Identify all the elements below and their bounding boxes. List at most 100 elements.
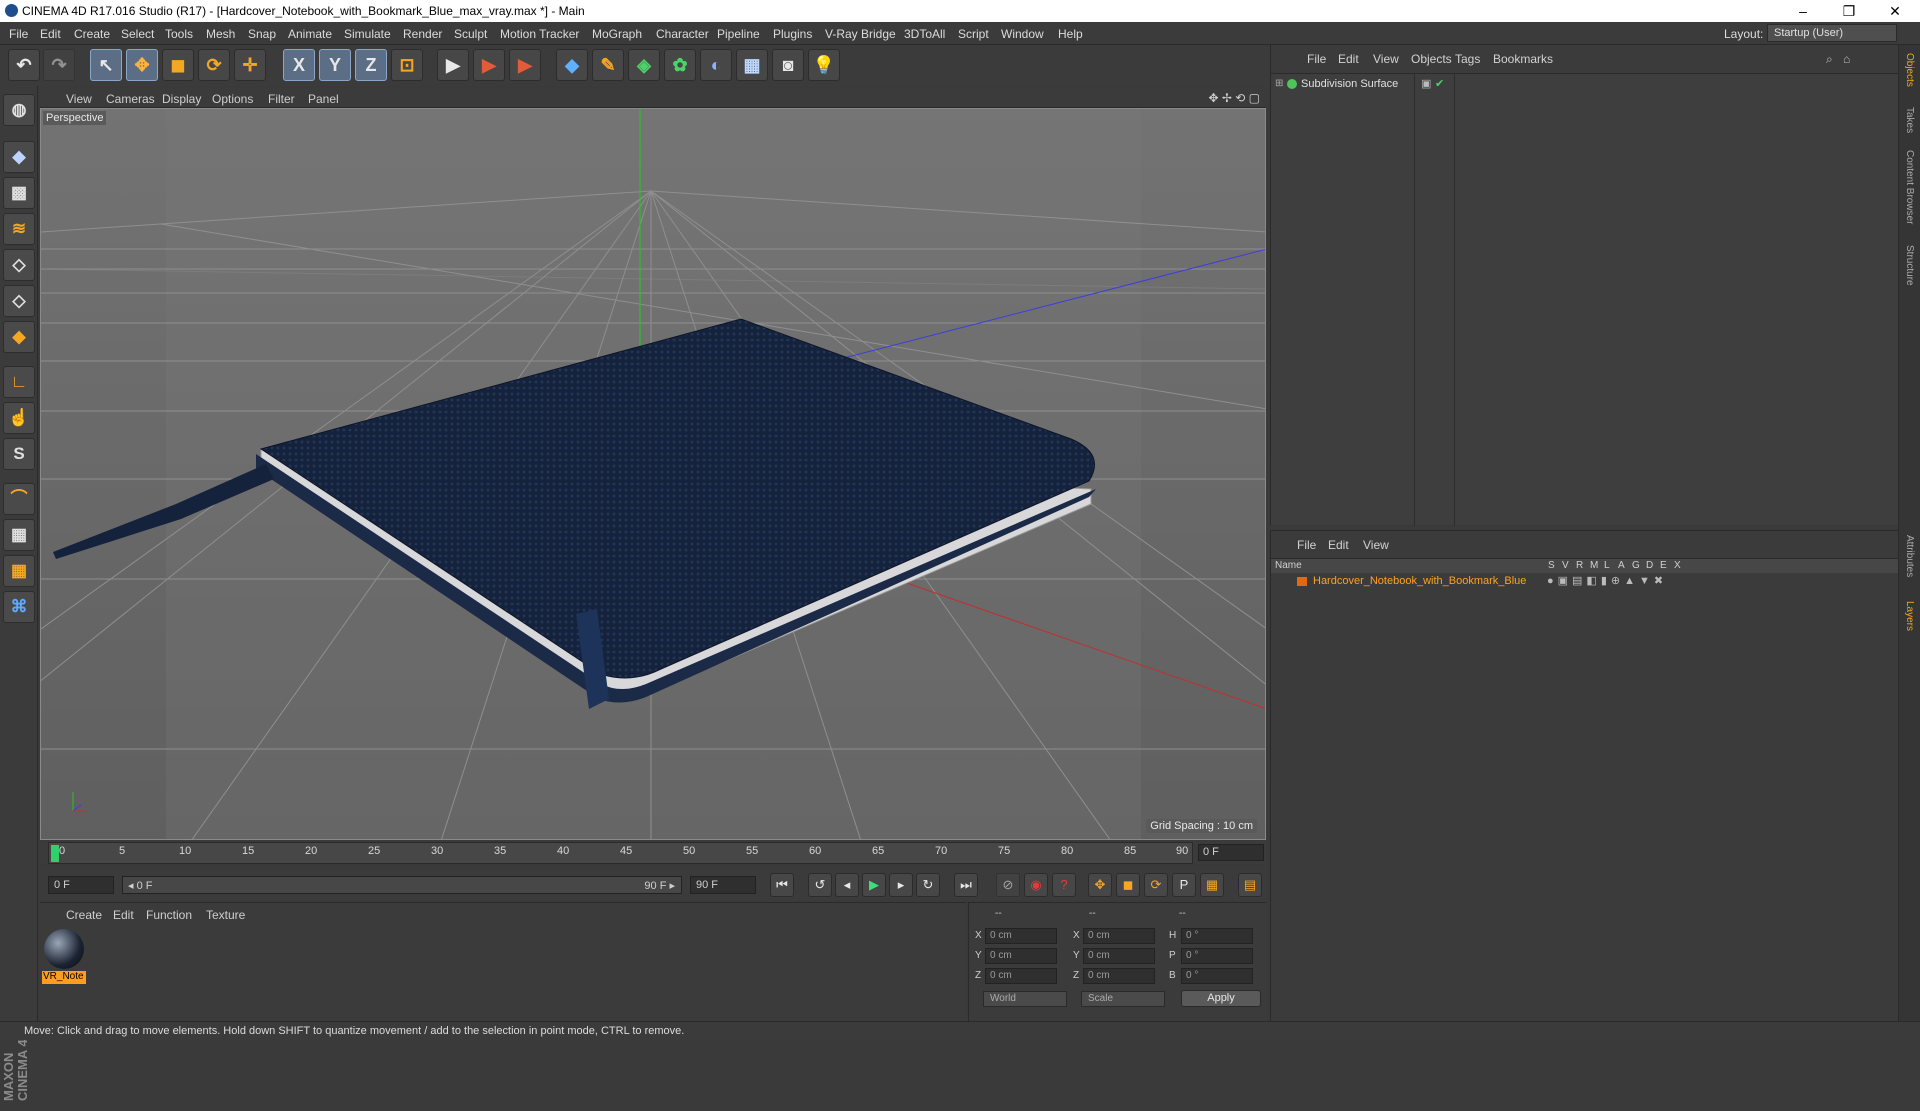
- magnet-icon[interactable]: ⌒: [3, 483, 35, 515]
- menu-render[interactable]: Render: [403, 27, 442, 41]
- material-name[interactable]: VR_Note: [42, 971, 86, 984]
- pos-z-field[interactable]: 0 cm: [985, 968, 1057, 984]
- render-settings-button[interactable]: ▶: [509, 49, 541, 81]
- keyframe-selection-button[interactable]: ?: [1052, 873, 1076, 897]
- floor-object-button[interactable]: ▦: [736, 49, 768, 81]
- redo-button[interactable]: ↷: [43, 49, 75, 81]
- move-tool-button[interactable]: ✥: [126, 49, 158, 81]
- size-x-field[interactable]: 0 cm: [1083, 928, 1155, 944]
- size-mode-dropdown[interactable]: Scale: [1081, 991, 1165, 1007]
- menu-select[interactable]: Select: [121, 27, 154, 41]
- layout-dropdown[interactable]: Startup (User): [1767, 24, 1897, 42]
- visibility-toggle-icon[interactable]: ▣: [1421, 77, 1431, 90]
- tab-structure[interactable]: Structure: [1904, 245, 1915, 286]
- layer-color-swatch[interactable]: [1297, 577, 1307, 586]
- tab-layers[interactable]: Layers: [1904, 601, 1915, 631]
- viewport-menu-filter[interactable]: Filter: [268, 92, 295, 106]
- start-frame-field[interactable]: 0 F: [48, 876, 114, 894]
- key-scale-button[interactable]: ◼: [1116, 873, 1140, 897]
- tab-attributes[interactable]: Attributes: [1904, 535, 1915, 577]
- go-to-end-button[interactable]: ⏭: [954, 873, 978, 897]
- key-rotation-button[interactable]: ⟳: [1144, 873, 1168, 897]
- next-frame-button[interactable]: ▸: [889, 873, 913, 897]
- undo-button[interactable]: ↶: [8, 49, 40, 81]
- close-button[interactable]: ✕: [1872, 0, 1918, 22]
- camera-object-button[interactable]: ◙: [772, 49, 804, 81]
- objects-menu-file[interactable]: File: [1307, 52, 1326, 66]
- pen-spline-button[interactable]: ✎: [592, 49, 624, 81]
- layers-menu-file[interactable]: File: [1297, 538, 1316, 552]
- key-parameter-button[interactable]: P: [1172, 873, 1196, 897]
- menu-mograph[interactable]: MoGraph: [592, 27, 642, 41]
- workplane-mode-icon[interactable]: ≋: [3, 213, 35, 245]
- menu-sculpt[interactable]: Sculpt: [454, 27, 487, 41]
- cube-object-button[interactable]: ◆: [556, 49, 588, 81]
- axis-y-button[interactable]: Y: [319, 49, 351, 81]
- menu-edit[interactable]: Edit: [40, 27, 61, 41]
- rotate-tool-button[interactable]: ⟳: [198, 49, 230, 81]
- frame-ruler[interactable]: 0 5 10 15 20 25 30 35 40 45 50 55 60 65 …: [48, 842, 1193, 864]
- perspective-viewport[interactable]: Perspective Grid Spacing : 10 cm: [40, 108, 1266, 840]
- material-menu-edit[interactable]: Edit: [113, 908, 134, 922]
- next-key-button[interactable]: ↻: [916, 873, 940, 897]
- rot-p-field[interactable]: 0 °: [1181, 948, 1253, 964]
- menu-plugins[interactable]: Plugins: [773, 27, 812, 41]
- subdivision-surface-button[interactable]: ◈: [628, 49, 660, 81]
- enabled-check-icon[interactable]: ✔: [1435, 77, 1444, 90]
- render-view-button[interactable]: ▶: [437, 49, 469, 81]
- object-name[interactable]: Subdivision Surface: [1301, 78, 1398, 90]
- current-frame-field[interactable]: 0 F: [1198, 844, 1264, 861]
- model-mode-icon[interactable]: ◆: [3, 141, 35, 173]
- select-tool-button[interactable]: ↖: [90, 49, 122, 81]
- search-icon[interactable]: ⌕: [1826, 52, 1833, 67]
- viewport-menu-view[interactable]: View: [66, 92, 92, 106]
- viewport-menu-panel[interactable]: Panel: [308, 92, 339, 106]
- layer-name[interactable]: Hardcover_Notebook_with_Bookmark_Blue: [1313, 575, 1526, 587]
- end-frame-field[interactable]: 90 F: [690, 876, 756, 894]
- expand-icon[interactable]: ⊞: [1275, 78, 1283, 89]
- planar-workplane-icon[interactable]: ▦: [3, 555, 35, 587]
- viewport-menu-display[interactable]: Display: [162, 92, 201, 106]
- menu-script[interactable]: Script: [958, 27, 989, 41]
- material-preview-sphere[interactable]: [44, 929, 84, 969]
- coordinate-mode-dropdown[interactable]: World: [983, 991, 1067, 1007]
- previous-frame-button[interactable]: ◂: [835, 873, 859, 897]
- home-icon[interactable]: ⌂: [1843, 52, 1850, 66]
- material-menu-texture[interactable]: Texture: [206, 908, 245, 922]
- python-icon[interactable]: ⌘: [3, 591, 35, 623]
- points-mode-icon[interactable]: ◇: [3, 249, 35, 281]
- layer-toggle-icons[interactable]: ●▣▤◧▮⊕▲▼✖: [1547, 574, 1667, 587]
- lock-workplane-icon[interactable]: ▦: [3, 519, 35, 551]
- pos-x-field[interactable]: 0 cm: [985, 928, 1057, 944]
- objects-menu-objects[interactable]: Objects: [1411, 52, 1452, 66]
- material-menu-function[interactable]: Function: [146, 908, 192, 922]
- minimize-button[interactable]: –: [1780, 0, 1826, 22]
- menu-tools[interactable]: Tools: [165, 27, 193, 41]
- axis-z-button[interactable]: Z: [355, 49, 387, 81]
- key-point-level-button[interactable]: ▦: [1200, 873, 1224, 897]
- menu-snap[interactable]: Snap: [248, 27, 276, 41]
- objects-menu-view[interactable]: View: [1373, 52, 1399, 66]
- menu-character[interactable]: Character: [656, 27, 709, 41]
- menu-create[interactable]: Create: [74, 27, 110, 41]
- menu-mesh[interactable]: Mesh: [206, 27, 235, 41]
- rot-b-field[interactable]: 0 °: [1181, 968, 1253, 984]
- scale-tool-button[interactable]: ◼: [162, 49, 194, 81]
- layers-menu-edit[interactable]: Edit: [1328, 538, 1349, 552]
- autokeying-button[interactable]: ◉: [1024, 873, 1048, 897]
- edges-mode-icon[interactable]: ◇: [3, 285, 35, 317]
- menu-vray-bridge[interactable]: V-Ray Bridge: [825, 27, 896, 41]
- axis-mode-icon[interactable]: ∟: [3, 366, 35, 398]
- objects-menu-tags[interactable]: Tags: [1455, 52, 1480, 66]
- tab-objects[interactable]: Objects: [1904, 53, 1915, 87]
- deformer-button[interactable]: ◐: [700, 49, 732, 81]
- render-picture-viewer-button[interactable]: ▶: [473, 49, 505, 81]
- key-position-button[interactable]: ✥: [1088, 873, 1112, 897]
- menu-window[interactable]: Window: [1001, 27, 1044, 41]
- size-y-field[interactable]: 0 cm: [1083, 948, 1155, 964]
- snap-icon[interactable]: S: [3, 438, 35, 470]
- axis-x-button[interactable]: X: [283, 49, 315, 81]
- go-to-start-button[interactable]: ⏮: [770, 873, 794, 897]
- menu-file[interactable]: File: [9, 27, 28, 41]
- object-list[interactable]: ⊞ Subdivision Surface ▣ ✔: [1271, 73, 1899, 526]
